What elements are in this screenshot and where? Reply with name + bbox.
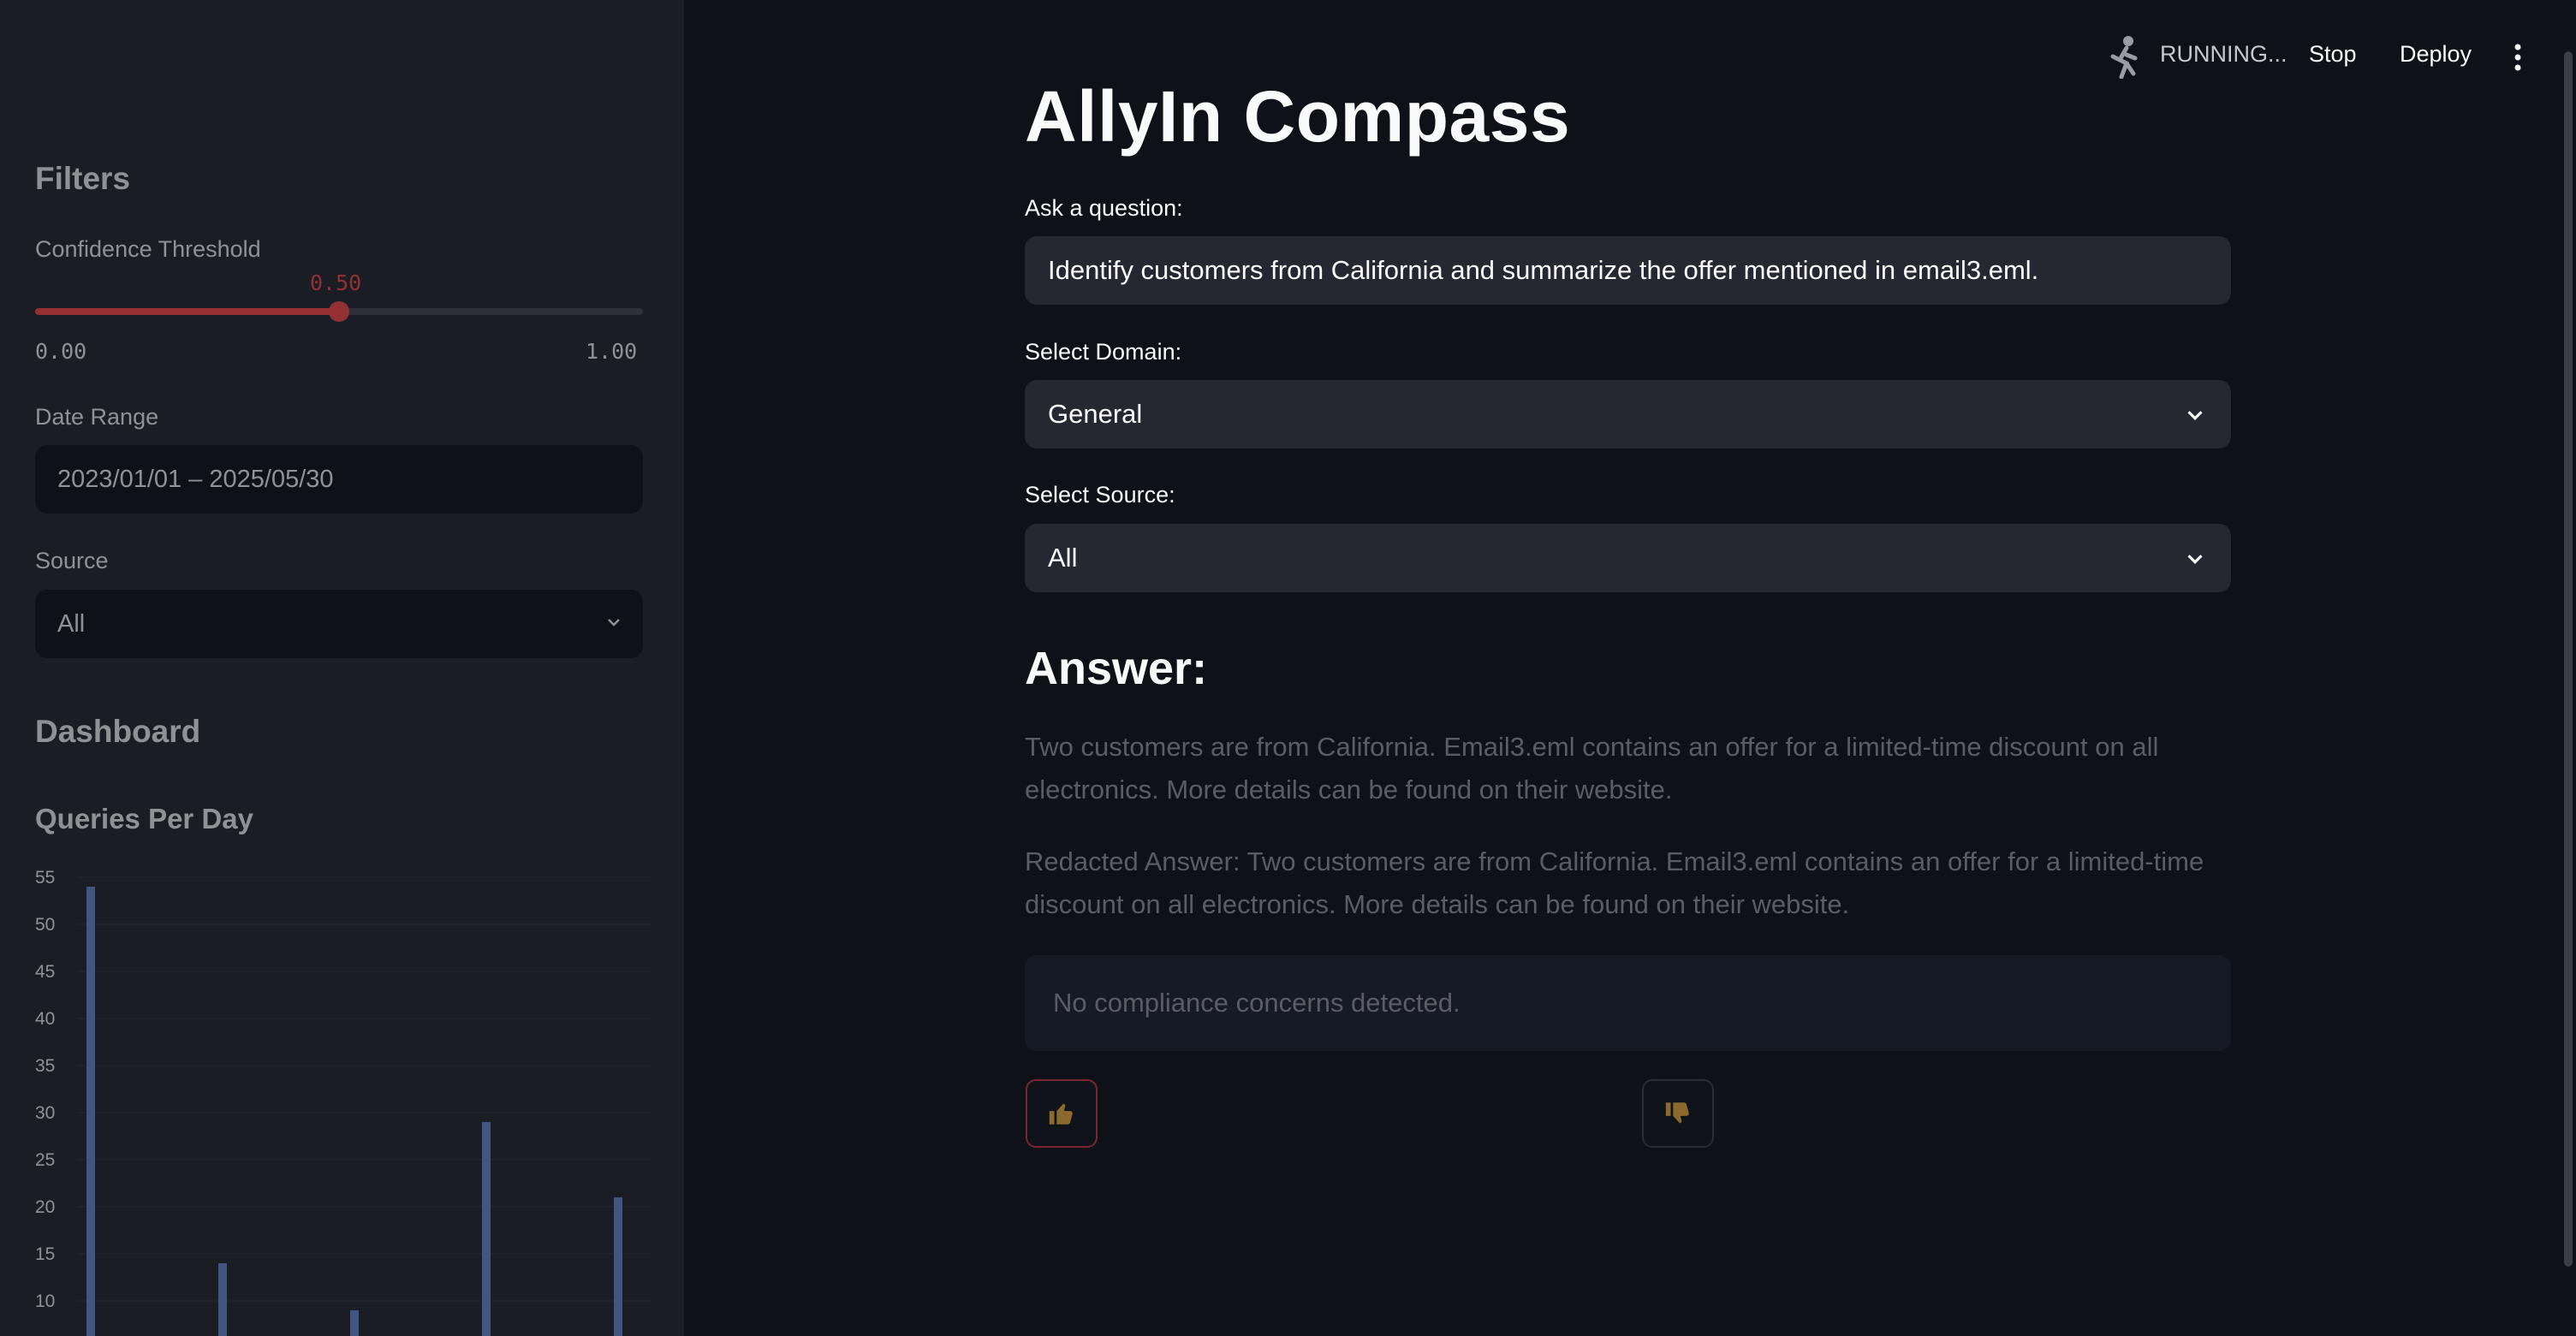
redacted-answer-text: Redacted Answer: Two customers are from … (1025, 846, 2204, 919)
chart-bar (350, 1310, 359, 1336)
deploy-button[interactable]: Deploy (2400, 41, 2472, 68)
y-tick-label: 35 (35, 1056, 55, 1076)
y-tick-label: 20 (35, 1197, 55, 1217)
y-tick-label: 15 (35, 1244, 55, 1264)
slider-max: 1.00 (586, 339, 638, 364)
confidence-slider[interactable] (35, 301, 643, 322)
main-source-select[interactable]: All (1025, 524, 2231, 592)
chevron-down-icon (2187, 555, 2203, 564)
compliance-notice: No compliance concerns detected. (1025, 955, 2231, 1051)
confidence-value: 0.50 (310, 270, 362, 295)
thumbs-up-icon (1049, 1103, 1073, 1125)
source-label: Source (35, 548, 109, 573)
question-label: Ask a question: (1025, 195, 1183, 221)
chart-bar (86, 887, 95, 1336)
page-scrollbar[interactable] (2564, 51, 2573, 1267)
filters-heading: Filters (35, 161, 131, 196)
y-tick-label: 25 (35, 1150, 55, 1170)
chevron-down-icon (608, 619, 620, 626)
answer-text: Two customers are from California. Email… (1025, 732, 2159, 805)
y-tick-label: 10 (35, 1291, 55, 1311)
slider-min: 0.00 (35, 339, 87, 364)
domain-select[interactable]: General (1025, 380, 2231, 448)
main-source-select-value: All (1048, 543, 1078, 573)
thumbs-down-button[interactable] (1642, 1079, 1714, 1148)
thumbs-down-icon (1665, 1102, 1689, 1124)
slider-fill (35, 308, 339, 315)
queries-per-day-chart: 555045403530252015105 (35, 868, 651, 1336)
question-input[interactable]: Identify customers from California and s… (1025, 236, 2231, 305)
chart-bar (614, 1197, 622, 1336)
source-select-value: All (57, 610, 86, 638)
answer-heading: Answer: (1025, 643, 1208, 694)
chart-bar (218, 1263, 227, 1336)
domain-label: Select Domain: (1025, 339, 1182, 365)
date-range-input[interactable]: 2023/01/01 – 2025/05/30 (35, 445, 643, 514)
source-select-label: Select Source: (1025, 482, 1175, 508)
y-tick-label: 30 (35, 1103, 55, 1123)
domain-select-value: General (1048, 399, 1143, 429)
more-menu-icon[interactable] (2510, 43, 2525, 72)
date-range-label: Date Range (35, 404, 159, 430)
y-tick-label: 55 (35, 868, 55, 888)
y-tick-label: 50 (35, 915, 55, 935)
thumbs-up-button[interactable] (1026, 1079, 1098, 1148)
slider-thumb[interactable] (329, 301, 349, 322)
confidence-label: Confidence Threshold (35, 236, 261, 262)
chevron-down-icon (2187, 411, 2203, 420)
running-man-icon (2110, 36, 2138, 79)
source-select[interactable]: All (35, 590, 643, 658)
stop-button[interactable]: Stop (2309, 41, 2357, 68)
dashboard-heading: Dashboard (35, 714, 201, 749)
y-tick-label: 45 (35, 962, 55, 982)
queries-heading: Queries Per Day (35, 803, 253, 834)
y-tick-label: 40 (35, 1009, 55, 1029)
page-title: AllyIn Compass (1025, 76, 1571, 157)
running-status: RUNNING... (2160, 41, 2287, 67)
sidebar: Filters Confidence Threshold 0.50 0.00 1… (0, 0, 684, 1336)
chart-bar (482, 1122, 491, 1336)
